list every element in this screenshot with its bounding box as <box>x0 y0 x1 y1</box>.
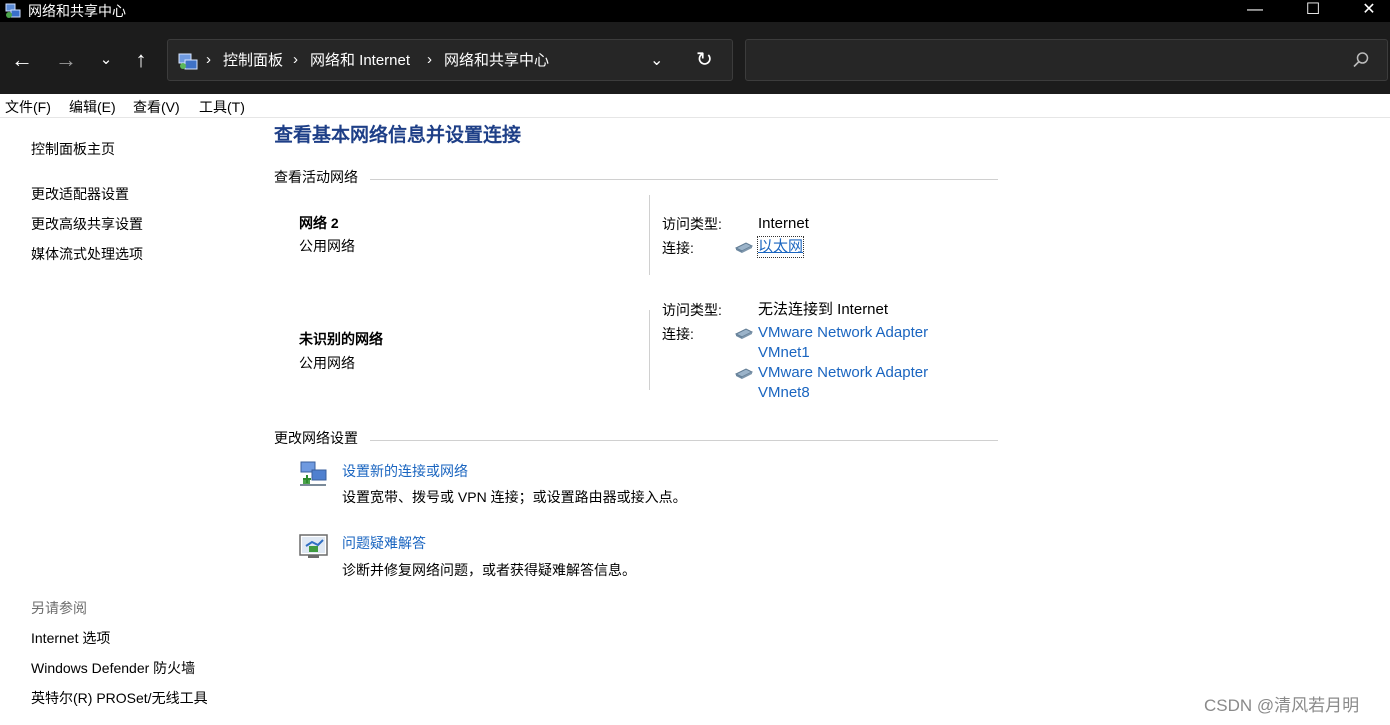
troubleshoot-icon <box>299 534 328 558</box>
change-settings-heading: 更改网络设置 <box>274 430 358 446</box>
vmnet1-connection-link[interactable]: VMware Network Adapter <box>758 323 928 343</box>
up-button[interactable]: ↑ <box>127 42 155 78</box>
breadcrumb-network-internet[interactable]: 网络和 Internet <box>310 52 410 70</box>
address-bar[interactable]: › 控制面板 › 网络和 Internet › 网络和共享中心 ⌄ ↻ <box>167 39 733 81</box>
title-bar: 网络和共享中心 — ☐ ✕ <box>0 0 1390 22</box>
forward-button[interactable]: → <box>52 42 80 78</box>
section-divider <box>370 179 998 180</box>
breadcrumb-separator: › <box>293 51 298 68</box>
maximize-button[interactable]: ☐ <box>1290 0 1336 22</box>
setup-new-connection-description: 设置宽带、拨号或 VPN 连接；或设置路由器或接入点。 <box>342 489 687 505</box>
menu-view[interactable]: 查看(V) <box>133 99 180 115</box>
menu-file[interactable]: 文件(F) <box>5 99 51 115</box>
access-type-value: 无法连接到 Internet <box>758 301 889 318</box>
windows-defender-firewall-link[interactable]: Windows Defender 防火墙 <box>31 659 195 677</box>
minimize-button[interactable]: — <box>1232 0 1278 22</box>
page-title: 查看基本网络信息并设置连接 <box>274 125 522 146</box>
breadcrumb-network-sharing-center[interactable]: 网络和共享中心 <box>444 52 549 70</box>
control-panel-icon <box>178 53 198 70</box>
access-type-label: 访问类型: <box>662 302 722 318</box>
navigation-bar: ← → ⌄ ↑ › 控制面板 › 网络和 Internet › 网络和共享中心 … <box>0 22 1390 94</box>
vmnet1-connection-link-line2[interactable]: VMnet1 <box>758 343 810 363</box>
menu-edit[interactable]: 编辑(E) <box>69 99 116 115</box>
access-type-label: 访问类型: <box>662 216 722 232</box>
network-category[interactable]: 公用网络 <box>299 237 355 255</box>
active-networks-heading: 查看活动网络 <box>274 169 358 185</box>
ethernet-adapter-icon <box>734 242 754 253</box>
internet-options-link[interactable]: Internet 选项 <box>31 629 110 647</box>
see-also-heading: 另请参阅 <box>31 600 87 616</box>
ethernet-connection-link[interactable]: 以太网 <box>756 236 805 258</box>
media-streaming-options-link[interactable]: 媒体流式处理选项 <box>31 245 143 263</box>
close-button[interactable]: ✕ <box>1346 0 1390 22</box>
change-adapter-settings-link[interactable]: 更改适配器设置 <box>31 185 129 203</box>
troubleshoot-problems-description: 诊断并修复网络问题，或者获得疑难解答信息。 <box>342 562 636 578</box>
network-adapter-icon <box>734 328 754 339</box>
change-advanced-sharing-link[interactable]: 更改高级共享设置 <box>31 215 143 233</box>
back-button[interactable]: ← <box>8 42 36 78</box>
recent-locations-button[interactable]: ⌄ <box>92 42 120 78</box>
search-box[interactable] <box>745 39 1388 81</box>
vmnet8-connection-link[interactable]: VMware Network Adapter <box>758 363 928 383</box>
menu-tools[interactable]: 工具(T) <box>199 99 245 115</box>
connections-label: 连接: <box>662 240 694 256</box>
section-divider <box>370 440 998 441</box>
watermark: CSDN @清风若月明 <box>1204 696 1360 715</box>
search-icon[interactable] <box>1352 51 1370 69</box>
refresh-icon[interactable]: ↻ <box>696 48 713 72</box>
access-type-value: Internet <box>758 215 809 232</box>
connections-label: 连接: <box>662 326 694 342</box>
search-input[interactable] <box>756 48 1336 72</box>
network-name: 未识别的网络 <box>299 331 383 347</box>
setup-new-connection-link[interactable]: 设置新的连接或网络 <box>342 462 468 480</box>
window-title: 网络和共享中心 <box>28 3 126 19</box>
breadcrumb-separator: › <box>427 51 432 68</box>
vmnet8-connection-link-line2[interactable]: VMnet8 <box>758 383 810 403</box>
address-dropdown-icon[interactable]: ⌄ <box>650 50 663 72</box>
breadcrumb-separator: › <box>206 51 211 68</box>
network-name: 网络 2 <box>299 215 339 231</box>
control-panel-home-link[interactable]: 控制面板主页 <box>31 140 115 158</box>
column-divider <box>649 195 650 275</box>
intel-proset-wireless-link[interactable]: 英特尔(R) PROSet/无线工具 <box>31 689 208 707</box>
network-category[interactable]: 公用网络 <box>299 354 355 372</box>
new-connection-icon <box>300 461 327 486</box>
network-center-icon <box>5 3 21 18</box>
column-divider <box>649 310 650 390</box>
breadcrumb-control-panel[interactable]: 控制面板 <box>223 52 283 70</box>
network-adapter-icon <box>734 368 754 379</box>
menu-bar: 文件(F) 编辑(E) 查看(V) 工具(T) <box>0 94 1390 118</box>
troubleshoot-problems-link[interactable]: 问题疑难解答 <box>342 534 426 552</box>
